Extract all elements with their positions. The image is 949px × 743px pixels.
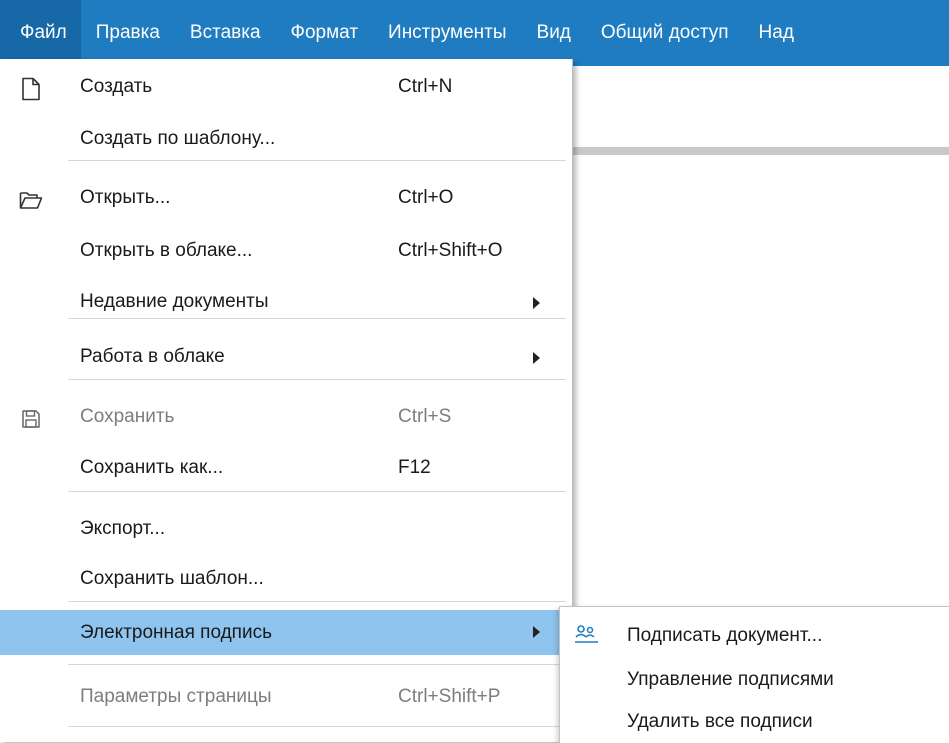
submenu-item-label: Подписать документ... bbox=[627, 625, 823, 646]
menu-item-save-as[interactable]: Сохранить как... F12 bbox=[0, 445, 572, 493]
menu-separator bbox=[68, 318, 566, 319]
submenu-arrow-icon bbox=[533, 297, 540, 309]
shortcut-label: F12 bbox=[398, 457, 431, 478]
menu-separator bbox=[68, 491, 566, 492]
menu-item-electronic-signature[interactable]: Электронная подпись bbox=[0, 610, 572, 655]
shortcut-label: Ctrl+O bbox=[398, 187, 454, 208]
shortcut-label: Ctrl+S bbox=[398, 406, 452, 427]
menu-item-label: Сохранить шаблон... bbox=[80, 568, 264, 589]
menu-separator bbox=[68, 664, 566, 665]
menu-separator bbox=[68, 160, 566, 161]
menu-item-label: Создать bbox=[80, 76, 153, 97]
menu-addons[interactable]: Над bbox=[744, 0, 794, 66]
submenu-item-remove-all-signatures[interactable]: Удалить все подписи bbox=[560, 699, 949, 743]
menu-item-label: Недавние документы bbox=[80, 291, 269, 312]
submenu-item-sign-document[interactable]: Подписать документ... bbox=[560, 613, 949, 657]
folder-open-icon bbox=[18, 187, 44, 213]
menu-separator bbox=[68, 726, 566, 727]
menu-item-label: Открыть в облаке... bbox=[80, 240, 253, 261]
submenu-arrow-icon bbox=[533, 352, 540, 364]
menu-item-new[interactable]: Создать Ctrl+N bbox=[0, 64, 572, 112]
menu-file[interactable]: Файл bbox=[0, 0, 81, 66]
shortcut-label: Ctrl+Shift+O bbox=[398, 240, 503, 261]
submenu-item-label: Удалить все подписи bbox=[627, 711, 813, 732]
menu-item-new-from-template[interactable]: Создать по шаблону... bbox=[0, 116, 572, 164]
menu-item-export[interactable]: Экспорт... bbox=[0, 506, 572, 554]
document-ruler-edge bbox=[572, 147, 949, 155]
menu-tools[interactable]: Инструменты bbox=[373, 0, 521, 66]
menu-item-recent-documents[interactable]: Недавние документы bbox=[0, 279, 572, 327]
menu-item-label: Открыть... bbox=[80, 187, 171, 208]
file-menu-dropdown: Создать Ctrl+N Создать по шаблону... Отк… bbox=[0, 59, 573, 742]
submenu-item-manage-signatures[interactable]: Управление подписями bbox=[560, 657, 949, 701]
menu-item-page-settings: Параметры страницы Ctrl+Shift+P bbox=[0, 674, 572, 722]
signature-submenu: Подписать документ... Управление подпися… bbox=[559, 606, 949, 743]
menu-item-label: Параметры страницы bbox=[80, 686, 272, 707]
menu-separator bbox=[68, 601, 566, 602]
save-icon bbox=[18, 406, 44, 432]
menu-item-open[interactable]: Открыть... Ctrl+O bbox=[0, 175, 572, 223]
menu-item-label: Электронная подпись bbox=[80, 622, 272, 643]
signature-icon bbox=[574, 623, 600, 647]
shortcut-label: Ctrl+N bbox=[398, 76, 453, 97]
menu-edit[interactable]: Правка bbox=[81, 0, 175, 66]
menu-item-label: Сохранить как... bbox=[80, 457, 224, 478]
menu-item-label: Сохранить bbox=[80, 406, 175, 427]
submenu-item-label: Управление подписями bbox=[627, 669, 834, 690]
menu-bar: Файл Правка Вставка Формат Инструменты В… bbox=[0, 0, 949, 66]
menu-insert[interactable]: Вставка bbox=[175, 0, 276, 66]
menu-sharing[interactable]: Общий доступ bbox=[586, 0, 744, 66]
menu-separator bbox=[68, 379, 566, 380]
menu-item-label: Экспорт... bbox=[80, 518, 166, 539]
shortcut-label: Ctrl+Shift+P bbox=[398, 686, 501, 707]
menu-format[interactable]: Формат bbox=[276, 0, 374, 66]
menu-item-open-cloud[interactable]: Открыть в облаке... Ctrl+Shift+O bbox=[0, 228, 572, 276]
submenu-arrow-icon bbox=[533, 626, 540, 638]
menu-item-save: Сохранить Ctrl+S bbox=[0, 394, 572, 442]
menu-item-label: Работа в облаке bbox=[80, 346, 225, 367]
menu-item-cloud-work[interactable]: Работа в облаке bbox=[0, 334, 572, 382]
menu-item-label: Создать по шаблону... bbox=[80, 128, 276, 149]
new-document-icon bbox=[18, 76, 44, 102]
menu-view[interactable]: Вид bbox=[522, 0, 586, 66]
menu-item-save-template[interactable]: Сохранить шаблон... bbox=[0, 556, 572, 604]
